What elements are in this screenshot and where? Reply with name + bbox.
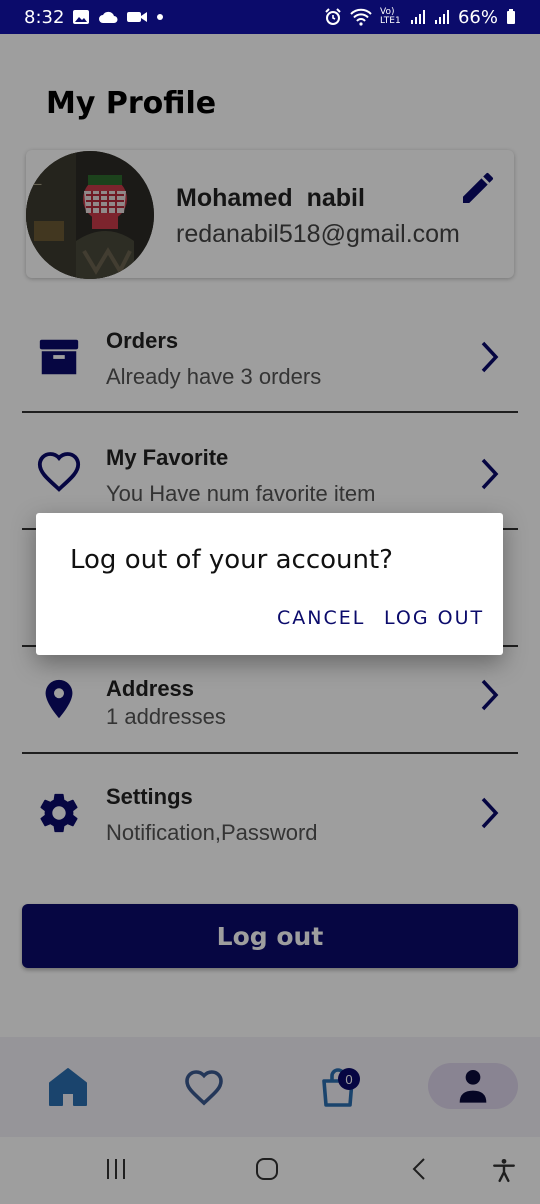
status-right: Vo) LTE1 66% [324, 7, 516, 28]
confirm-logout-button[interactable]: LOG OUT [384, 607, 484, 629]
video-icon [127, 12, 148, 22]
status-left: 8:32 [24, 7, 164, 28]
dialog-title: Log out of your account? [70, 545, 393, 575]
wifi-icon [350, 8, 372, 26]
logout-confirm-dialog: Log out of your account? CANCEL LOG OUT [36, 513, 503, 655]
gallery-icon [73, 10, 90, 24]
cloud-icon [99, 11, 118, 23]
signal-icon-2 [434, 10, 449, 24]
dot-icon [157, 14, 164, 20]
network-label: Vo) LTE1 [379, 7, 401, 26]
cancel-button[interactable]: CANCEL [277, 607, 365, 629]
battery-percent: 66% [457, 6, 498, 28]
status-bar: 8:32 Vo) LTE1 66% [0, 0, 540, 34]
battery-icon [507, 9, 515, 24]
alarm-icon [325, 8, 341, 25]
status-time: 8:32 [24, 6, 65, 28]
signal-icon-1 [410, 10, 425, 24]
